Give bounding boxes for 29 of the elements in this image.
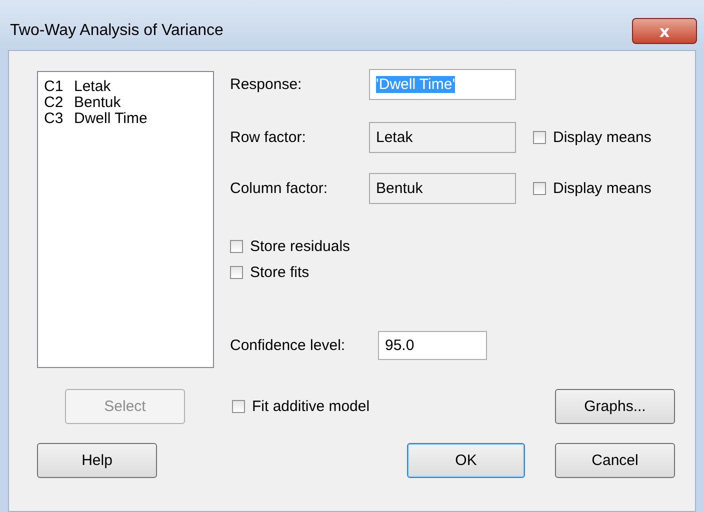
checkbox-label[interactable]: Display means [553,129,652,146]
help-button[interactable]: Help [37,443,157,478]
checkbox-label[interactable]: Display means [553,180,652,197]
variable-list[interactable]: C1 Letak C2 Bentuk C3 Dwell Time [37,71,214,368]
confidence-field[interactable]: 95.0 [378,331,487,360]
field-label: Response: [230,76,303,93]
graphs-button[interactable]: Graphs... [555,389,675,424]
field-label: Confidence level: [230,337,346,354]
checkbox[interactable] [230,266,243,278]
window-title: Two-Way Analysis of Variance [10,22,224,40]
checkbox-label[interactable]: Store residuals [250,238,350,254]
factor-field[interactable]: Bentuk [369,173,516,204]
checkbox-label[interactable]: Store fits [250,264,310,280]
ok-button[interactable]: OK [407,443,525,478]
column-id: C3 [44,111,64,127]
checkbox[interactable] [232,400,245,413]
variable-name[interactable]: Letak [74,79,111,95]
column-id: C1 [44,79,64,95]
field-label: Column factor: [230,180,329,197]
variable-name[interactable]: Bentuk [74,95,121,111]
cancel-button[interactable]: Cancel [555,443,675,478]
factor-field[interactable]: Letak [369,122,516,153]
checkbox[interactable] [533,131,546,144]
variable-name[interactable]: Dwell Time [74,111,148,127]
checkbox[interactable] [533,182,546,195]
field-label: Row factor: [230,129,307,146]
checkbox[interactable] [230,240,243,252]
column-id: C2 [44,95,64,111]
checkbox-label[interactable]: Fit additive model [252,398,370,415]
